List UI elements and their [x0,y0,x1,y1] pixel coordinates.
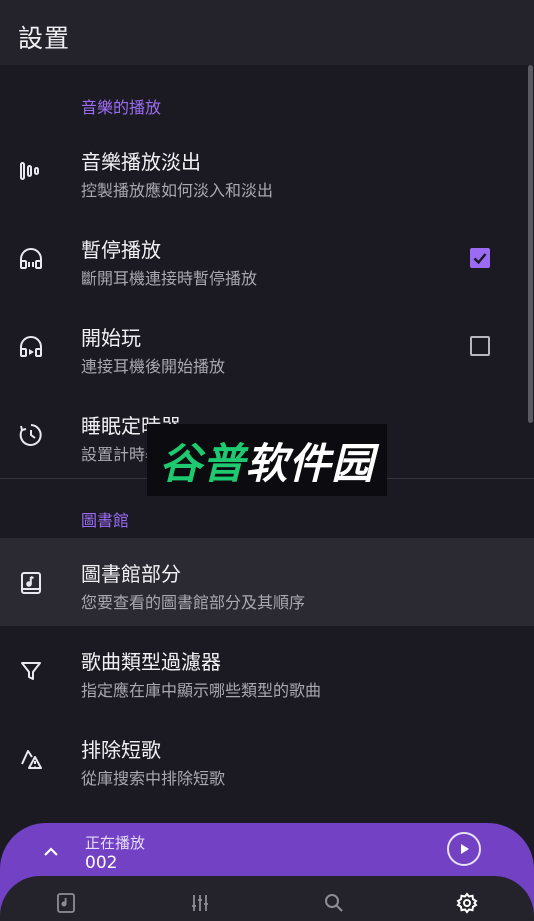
watermark-logo: 谷普软件园 [147,424,387,496]
setting-title: 音樂播放淡出 [81,150,201,174]
chevron-up-icon[interactable] [40,841,62,863]
setting-subtitle: 連接耳機後開始播放 [81,357,226,376]
setting-title: 圖書館部分 [81,562,181,586]
filter-icon [18,658,44,684]
headphones-play-icon [18,334,44,360]
play-button[interactable] [447,832,481,866]
now-playing-label: 正在播放 [85,834,146,852]
page-title: 設置 [18,23,71,53]
status-bar [0,0,534,8]
setting-item-pause-on-disconnect[interactable]: 暫停播放 斷開耳機連接時暫停播放 [0,214,534,302]
setting-item-genre-filter[interactable]: 歌曲類型過濾器 指定應在庫中顯示哪些類型的歌曲 [0,626,534,714]
setting-title: 排除短歌 [81,738,161,762]
setting-subtitle: 控製播放應如何淡入和淡出 [81,181,274,200]
setting-item-play-on-connect[interactable]: 開始玩 連接耳機後開始播放 [0,302,534,390]
setting-title: 暫停播放 [81,238,161,262]
setting-item-library-sections[interactable]: 圖書館部分 您要查看的圖書館部分及其順序 [0,538,534,626]
watermark-text-green: 谷普 [159,438,246,488]
setting-title: 歌曲類型過濾器 [81,650,221,674]
section-header-playback: 音樂的播放 [81,98,162,117]
setting-subtitle: 指定應在庫中顯示哪些類型的歌曲 [81,681,322,700]
now-playing-track: 002 [85,853,118,873]
nav-library-icon[interactable] [55,892,77,914]
setting-title: 開始玩 [81,326,141,350]
warning-shape-icon [18,746,44,772]
nav-search-icon[interactable] [323,892,345,914]
watermark-text-white: 软件园 [245,438,375,488]
setting-item-exclude-short[interactable]: 排除短歌 從庫搜索中排除短歌 [0,714,534,802]
app-bar: 設置 [0,8,534,65]
timer-icon [18,422,44,448]
headphones-icon [18,246,44,272]
nav-equalizer-icon[interactable] [189,892,211,914]
bottom-navigation [0,876,534,921]
play-checkbox[interactable] [470,336,490,356]
setting-subtitle: 斷開耳機連接時暫停播放 [81,269,258,288]
section-header-library: 圖書館 [81,511,130,530]
setting-item-fade[interactable]: 音樂播放淡出 控製播放應如何淡入和淡出 [0,126,534,214]
setting-subtitle: 您要查看的圖書館部分及其順序 [81,593,306,612]
pause-checkbox[interactable] [470,248,490,268]
library-book-icon [18,570,44,596]
nav-settings-icon[interactable] [456,892,478,914]
fade-bars-icon [18,158,44,184]
setting-subtitle: 從庫搜索中排除短歌 [81,769,226,788]
